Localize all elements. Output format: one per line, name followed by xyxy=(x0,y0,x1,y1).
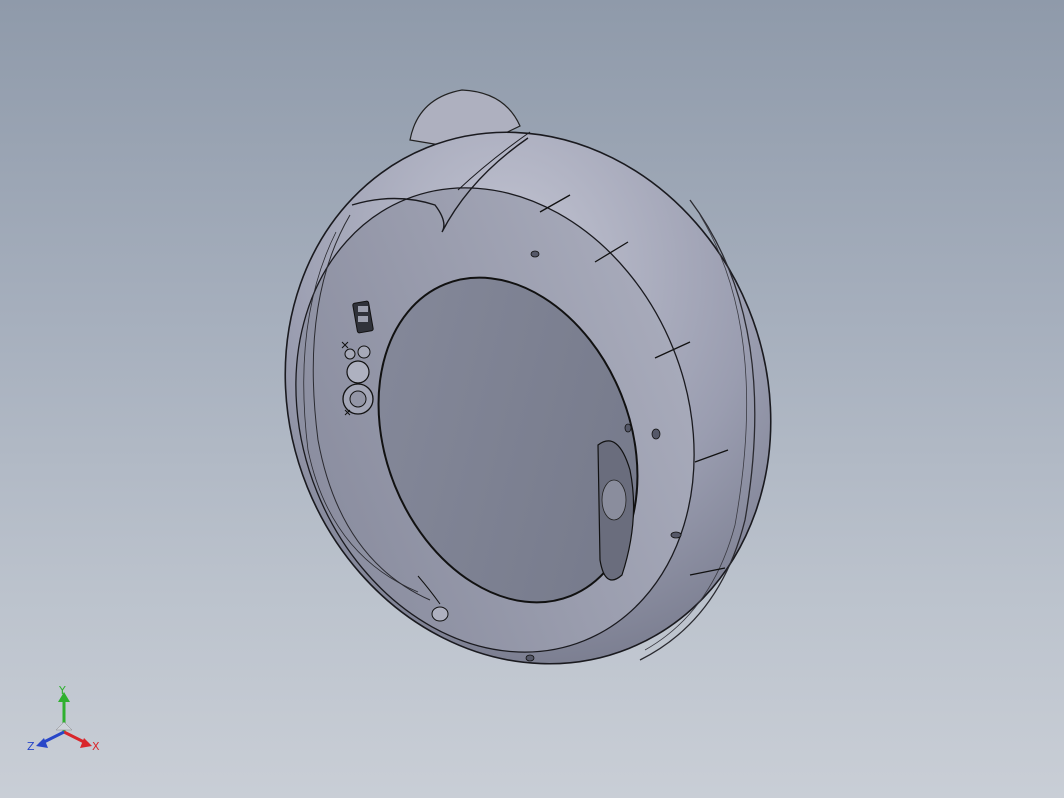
orientation-triad: Y X Z xyxy=(27,684,100,753)
graphics-viewport[interactable]: Y X Z xyxy=(0,0,1064,798)
y-axis-label: Y xyxy=(58,684,66,697)
small-button-left xyxy=(344,348,356,360)
triad-cone xyxy=(55,721,73,731)
z-axis-label: Z xyxy=(27,740,35,753)
x-axis-label: X xyxy=(92,740,100,753)
power-button xyxy=(349,390,367,408)
bottom-foot xyxy=(431,606,449,622)
small-button-right xyxy=(357,345,371,359)
robot-vacuum-model[interactable] xyxy=(0,0,1064,798)
clean-button xyxy=(346,360,370,384)
